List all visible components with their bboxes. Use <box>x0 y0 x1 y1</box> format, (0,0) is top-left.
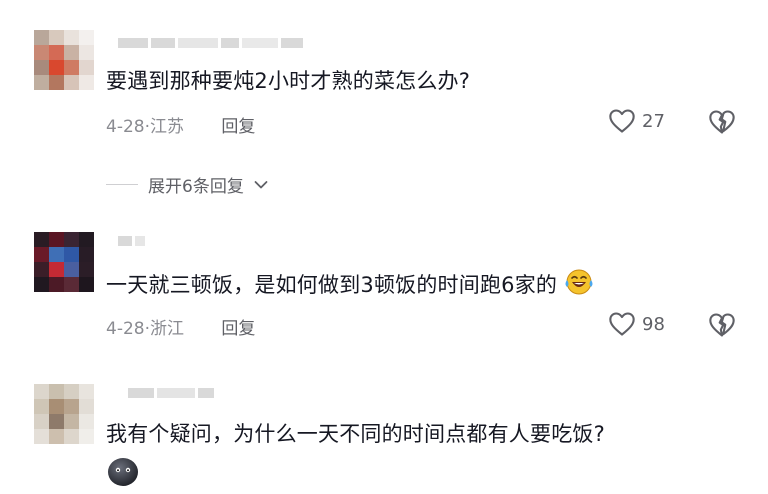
dislike-button[interactable] <box>708 312 736 342</box>
comment-meta: 4-28·浙江 回复 <box>106 314 255 339</box>
heart-outline-icon <box>609 109 635 133</box>
heart-outline-icon <box>609 312 635 336</box>
like-button[interactable]: 27 <box>608 108 665 134</box>
comment-location: 浙江 <box>150 319 184 339</box>
avatar[interactable] <box>34 384 94 444</box>
like-button[interactable]: 98 <box>608 311 665 337</box>
reply-button[interactable]: 回复 <box>221 319 255 339</box>
divider-line <box>106 184 138 185</box>
like-count: 27 <box>642 110 665 132</box>
chevron-down-icon <box>254 180 268 188</box>
username-blurred[interactable] <box>128 388 214 398</box>
comment-text: 要遇到那种要炖2小时才熟的菜怎么办? <box>106 69 471 93</box>
comment-meta: 4-28·江苏 回复 <box>106 112 255 137</box>
comment-date: 4-28 <box>106 117 145 137</box>
like-count: 98 <box>642 313 665 335</box>
username-blurred[interactable] <box>118 38 303 48</box>
broken-heart-icon <box>709 110 735 134</box>
sticker-emoji <box>106 456 140 492</box>
comment-date: 4-28 <box>106 319 145 339</box>
comment-text-content: 一天就三顿饭，是如何做到3顿饭的时间跑6家的 <box>106 273 558 297</box>
dark-round-face-emoji-icon <box>108 458 138 486</box>
avatar[interactable] <box>34 232 94 292</box>
comment-text: 一天就三顿饭，是如何做到3顿饭的时间跑6家的 <box>106 268 594 299</box>
expand-replies-label: 展开6条回复 <box>148 177 244 197</box>
broken-heart-icon <box>709 313 735 337</box>
avatar[interactable] <box>34 30 94 90</box>
comment-text: 我有个疑问，为什么一天不同的时间点都有人要吃饭? <box>106 422 605 446</box>
dislike-button[interactable] <box>708 109 736 139</box>
reply-button[interactable]: 回复 <box>221 117 255 137</box>
laughing-crying-emoji-icon <box>565 269 593 295</box>
expand-replies[interactable]: 展开6条回复 <box>106 172 268 197</box>
comment-location: 江苏 <box>150 117 184 137</box>
username-blurred[interactable] <box>118 236 145 246</box>
